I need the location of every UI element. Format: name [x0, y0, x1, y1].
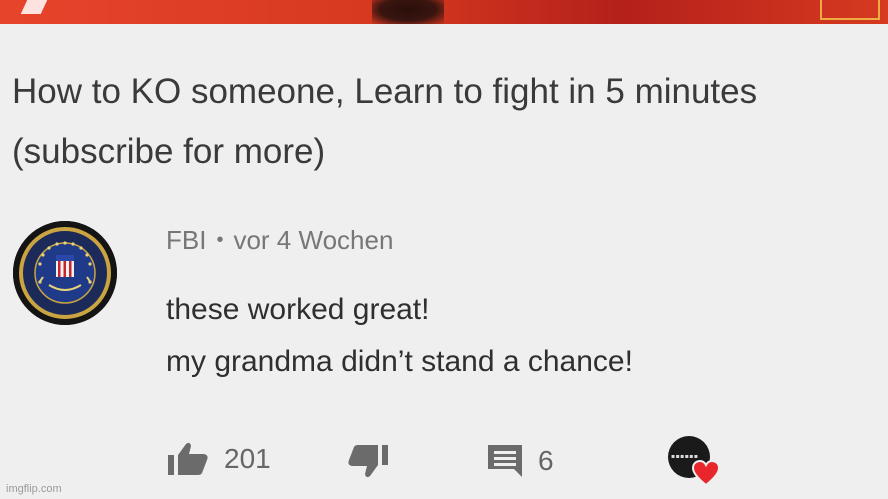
comment-header: FBI • vor 4 Wochen [166, 225, 393, 256]
comment-line: my grandma didn’t stand a chance! [166, 345, 633, 378]
thumbs-up-icon [168, 442, 208, 475]
watermark: imgflip.com [6, 483, 62, 495]
video-thumbnail-strip[interactable] [0, 0, 888, 24]
creator-heart: ▪▪▪▪▪▪ [668, 436, 724, 492]
comment-actions: 201 6 [0, 430, 888, 490]
dislike-button[interactable] [346, 443, 390, 479]
avatar[interactable] [13, 221, 117, 325]
creator-heart-icon [692, 460, 720, 486]
reply-button[interactable]: 6 [486, 443, 554, 479]
thumbs-down-icon [348, 445, 388, 478]
like-button[interactable]: 201 [166, 441, 271, 477]
reply-comment-icon [488, 445, 522, 477]
comment-author[interactable]: FBI [166, 225, 206, 255]
meta-separator: • [216, 229, 224, 251]
comment-timestamp[interactable]: vor 4 Wochen [233, 225, 393, 255]
creator-avatar-mark: ▪▪▪▪▪▪ [671, 453, 699, 460]
reply-count: 6 [538, 445, 554, 476]
fbi-seal-icon [13, 221, 117, 325]
comment-line: these worked great! [166, 293, 430, 326]
thumbnail-badge [820, 0, 880, 20]
thumbnail-figure [372, 0, 444, 24]
comment-body: these worked great! my grandma didn’t st… [166, 284, 633, 388]
thumbnail-mark [20, 0, 48, 14]
like-count: 201 [224, 443, 271, 474]
video-title: How to KO someone, Learn to fight in 5 m… [12, 72, 758, 171]
